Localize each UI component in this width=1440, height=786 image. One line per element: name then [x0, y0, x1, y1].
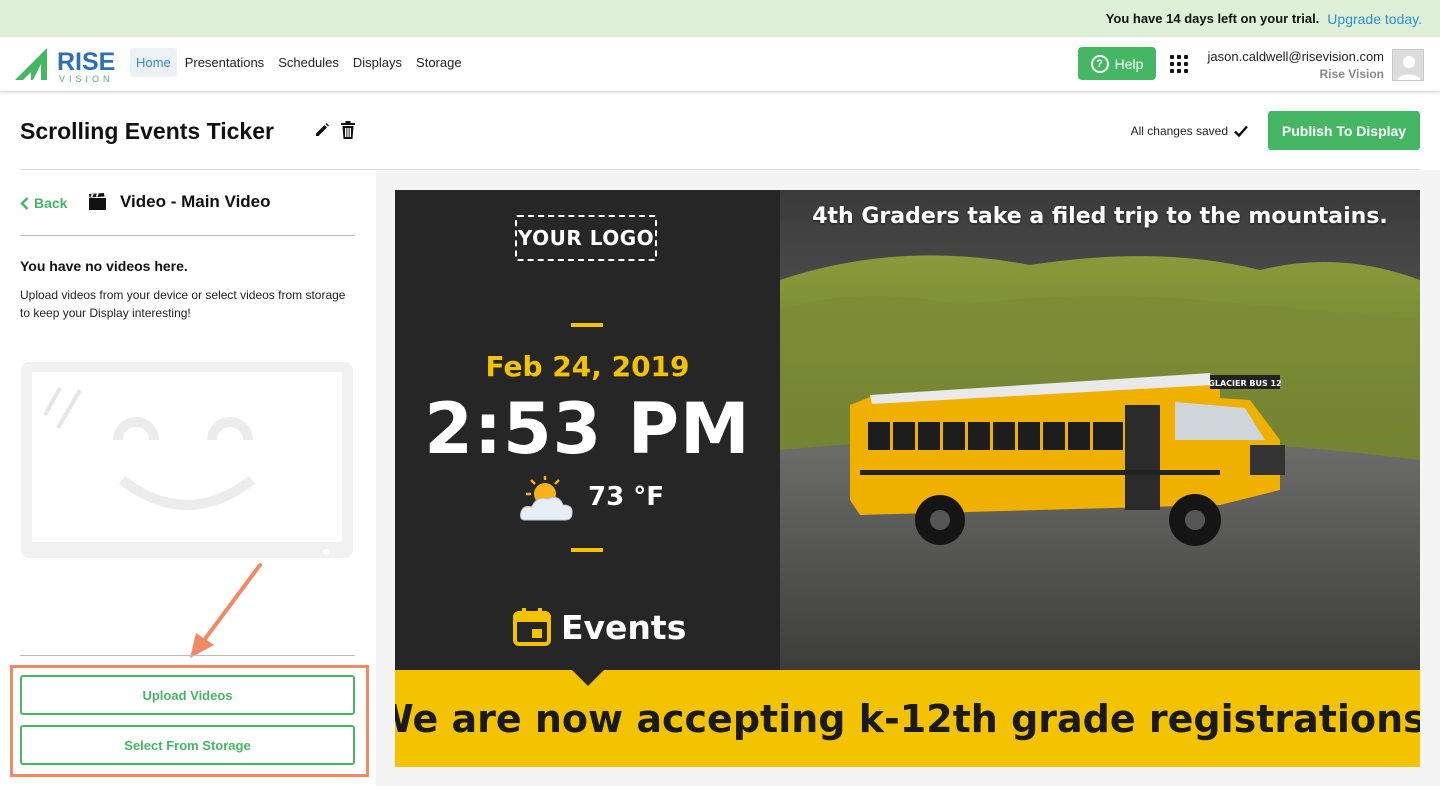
select-from-storage-button[interactable]: Select From Storage	[20, 725, 355, 765]
preview-headline: 4th Graders take a filed trip to the mou…	[812, 204, 1388, 229]
presentation-preview[interactable]: YOUR LOGO Feb 24, 2019 2:53 PM 73 °F Eve…	[395, 190, 1420, 767]
page-title: Scrolling Events Ticker	[20, 118, 274, 144]
preview-date: Feb 24, 2019	[485, 350, 690, 383]
divider-dash	[571, 323, 603, 327]
empty-state-title: You have no videos here.	[20, 258, 188, 274]
upload-videos-button[interactable]: Upload Videos	[20, 675, 355, 715]
trash-icon[interactable]	[341, 121, 355, 139]
pencil-icon[interactable]	[314, 122, 330, 138]
user-email: jason.caldwell@risevision.com	[1207, 49, 1384, 64]
preview-temperature: 73 °F	[588, 482, 664, 512]
trial-banner: You have 14 days left on your trial. Upg…	[0, 0, 1440, 37]
help-button[interactable]: ? Help	[1078, 47, 1156, 80]
preview-sidebar: YOUR LOGO Feb 24, 2019 2:53 PM 73 °F Eve…	[395, 190, 780, 670]
bus-sign-text: GLACIER BUS 12	[1208, 379, 1281, 388]
video-clapper-icon	[89, 193, 106, 210]
panel-title: Video - Main Video	[120, 192, 271, 211]
publish-to-display-button[interactable]: Publish To Display	[1268, 111, 1420, 150]
checkmark-icon	[1234, 125, 1248, 137]
trial-message: You have 14 days left on your trial.	[1105, 11, 1320, 26]
divider-dash	[571, 548, 603, 552]
preview-main-image: GLACIER BUS 12 4th Graders take a filed …	[780, 190, 1420, 670]
empty-state-description: Upload videos from your device or select…	[20, 288, 346, 320]
avatar[interactable]	[1392, 49, 1424, 81]
back-button[interactable]: Back	[20, 195, 67, 211]
preview-ticker: We are now accepting k-12th grade regist…	[395, 670, 1420, 767]
nav-storage[interactable]: Storage	[410, 48, 468, 77]
empty-monitor-smiley-icon	[21, 362, 353, 558]
chevron-left-icon	[20, 196, 29, 210]
logo-placeholder: YOUR LOGO	[515, 215, 657, 261]
user-silhouette-icon	[1397, 56, 1421, 80]
nav-presentations[interactable]: Presentations	[179, 48, 271, 77]
back-label: Back	[34, 195, 68, 211]
question-circle-icon: ?	[1090, 54, 1109, 73]
video-settings-panel: Back Video - Main Video You have no vide…	[10, 170, 369, 786]
nav-displays[interactable]: Displays	[347, 48, 408, 77]
annotation-arrow	[190, 563, 262, 658]
logo-wordmark: RISE	[57, 48, 115, 76]
help-label: Help	[1114, 55, 1144, 72]
panel-divider	[20, 235, 355, 236]
logo-subtitle: VISION	[59, 74, 114, 84]
app-grid-icon[interactable]	[1170, 55, 1188, 73]
save-status: All changes saved	[1131, 124, 1248, 138]
page-header: Scrolling Events Ticker All changes save…	[20, 111, 1420, 153]
ticker-text: We are now accepting k-12th grade regist…	[395, 696, 1420, 741]
top-navbar: RISE VISION Home Presentations Schedules…	[0, 37, 1440, 92]
preview-time: 2:53 PM	[424, 388, 751, 470]
user-company: Rise Vision	[1319, 67, 1384, 81]
user-info[interactable]: jason.caldwell@risevision.com Rise Visio…	[1208, 49, 1384, 81]
preview-events-label: Events	[561, 608, 687, 647]
main-nav: Home Presentations Schedules Displays St…	[130, 48, 470, 77]
save-status-text: All changes saved	[1130, 124, 1228, 138]
school-bus-photo: GLACIER BUS 12	[780, 190, 1420, 670]
nav-schedules[interactable]: Schedules	[272, 48, 345, 77]
actions-divider	[20, 655, 355, 656]
rise-vision-logo[interactable]: RISE VISION	[15, 46, 120, 84]
calendar-icon	[513, 608, 551, 646]
ticker-notch	[572, 670, 604, 686]
nav-home[interactable]: Home	[130, 48, 177, 77]
upgrade-link[interactable]: Upgrade today.	[1327, 11, 1422, 27]
